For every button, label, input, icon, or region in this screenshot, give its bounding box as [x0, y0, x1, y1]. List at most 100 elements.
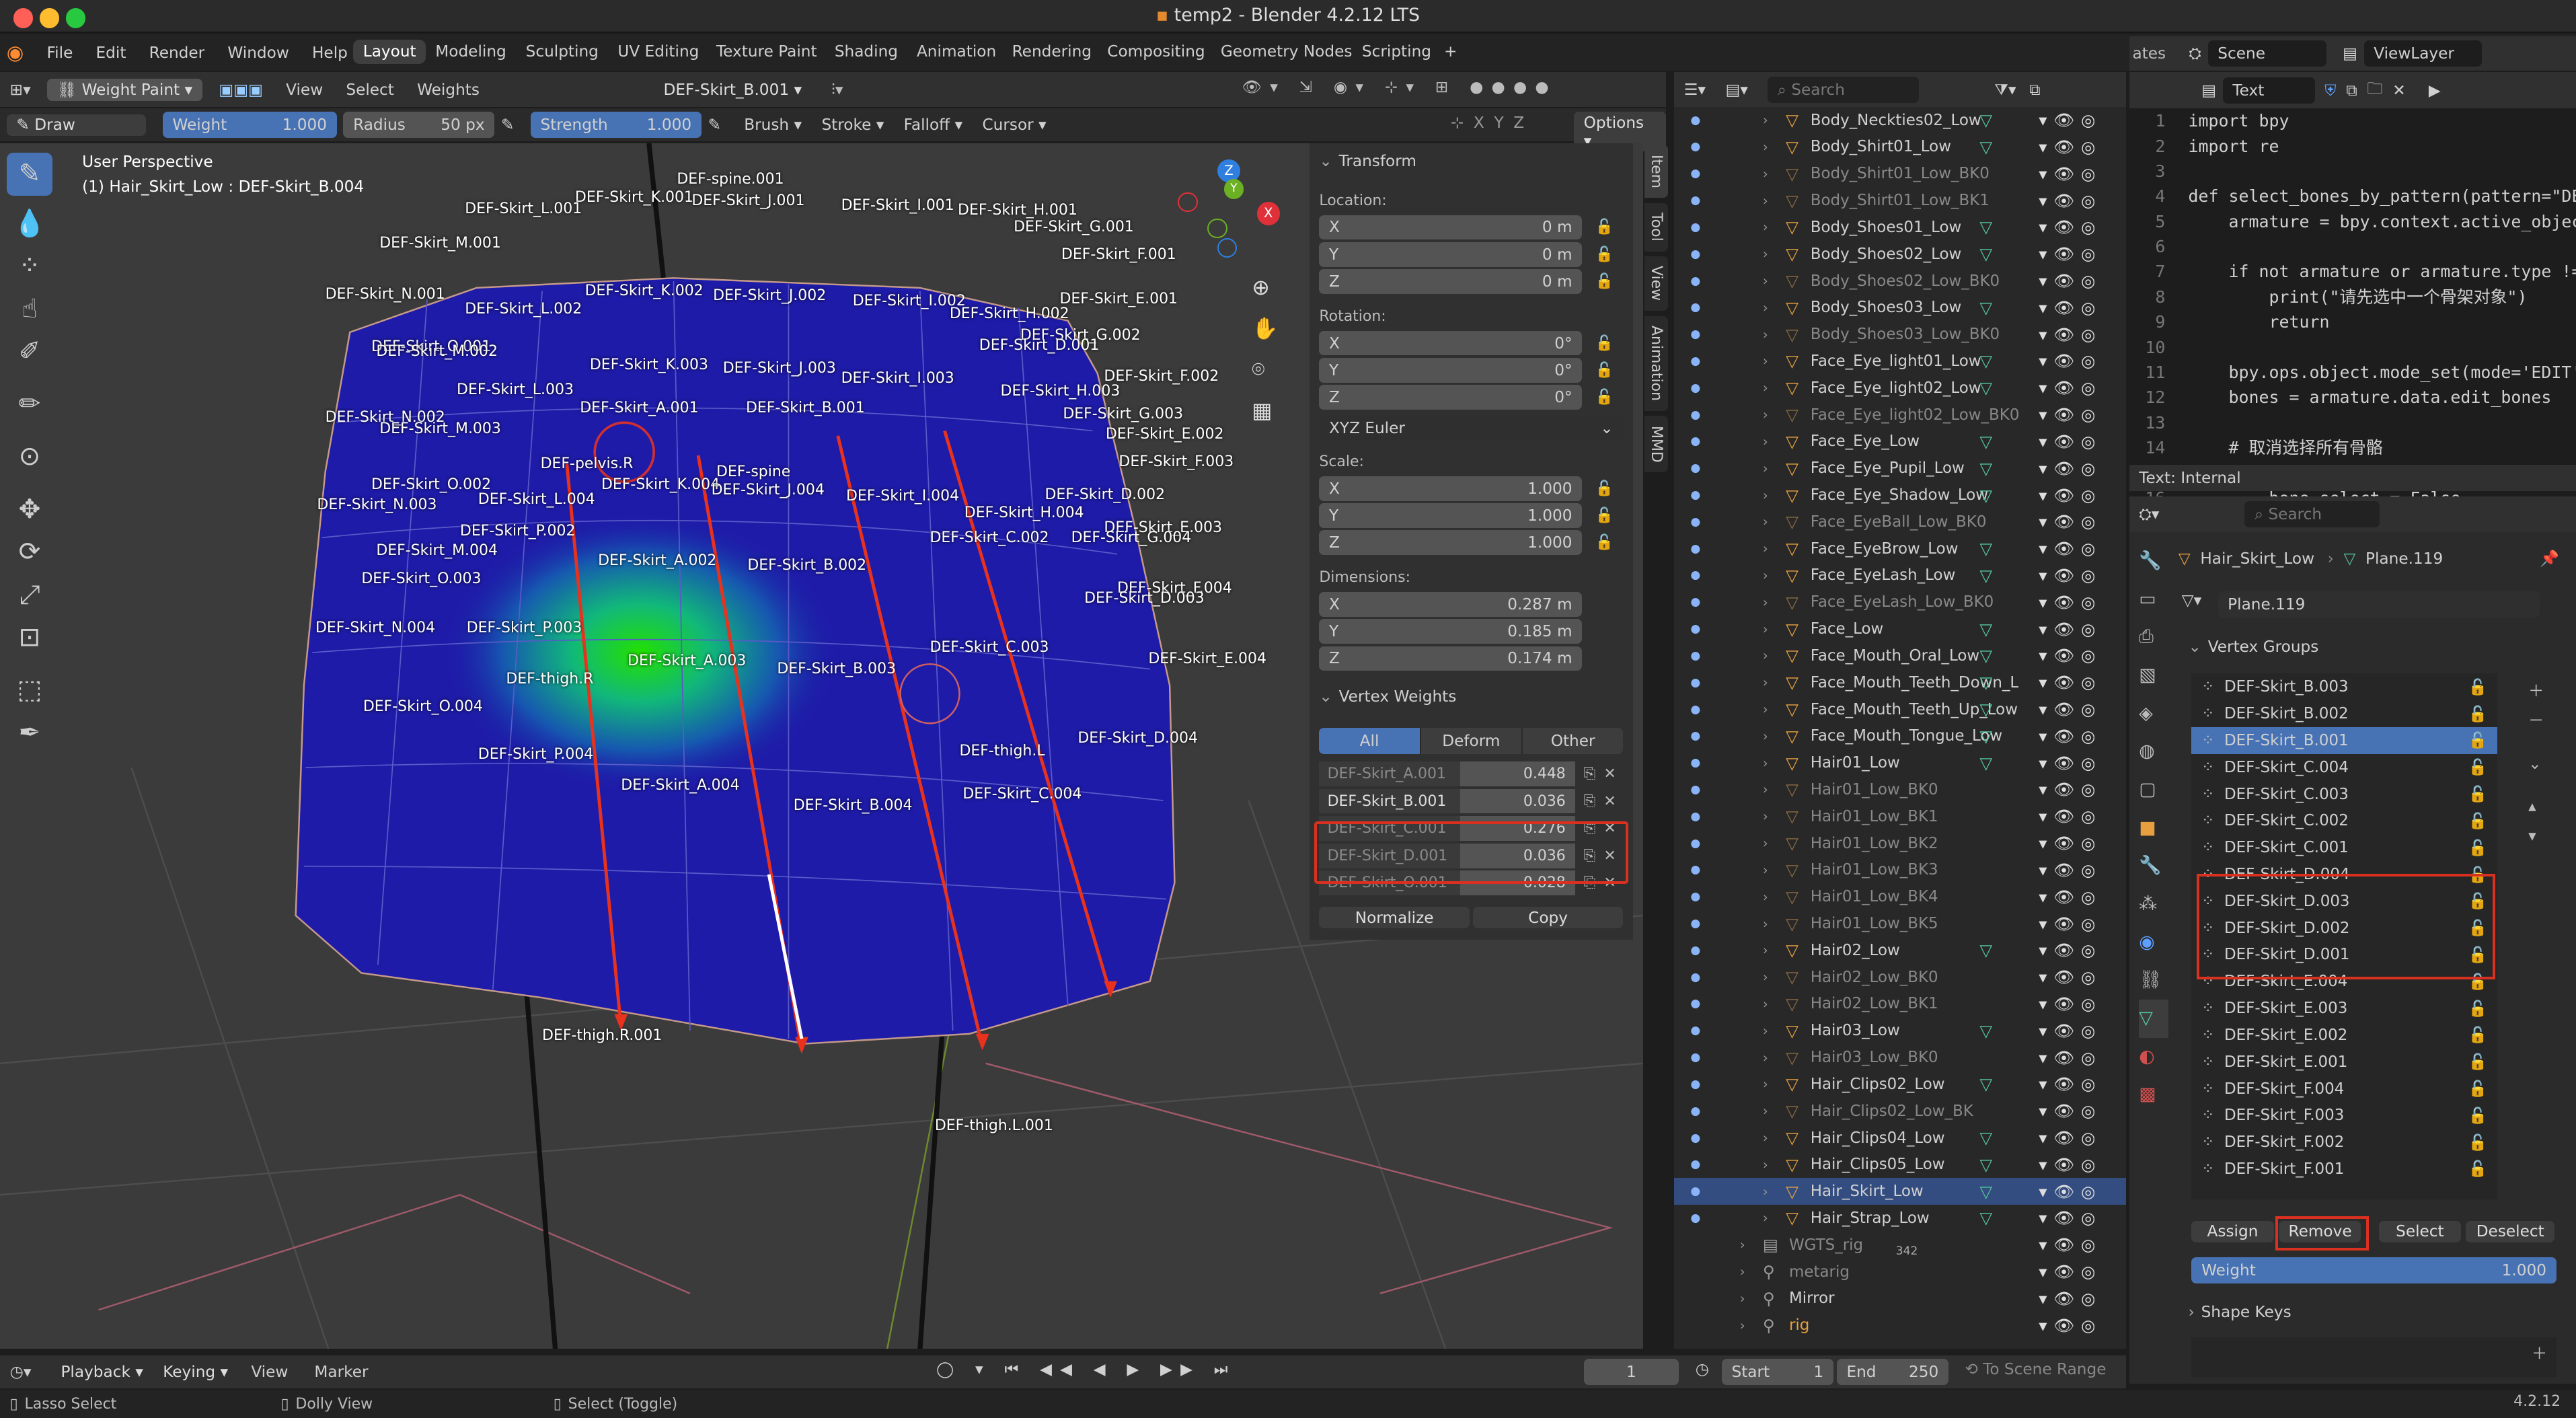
- open-text-icon[interactable]: 🗀: [2367, 77, 2382, 104]
- normalize-button[interactable]: Normalize: [1319, 907, 1470, 929]
- viewlayer-selector[interactable]: ViewLayer: [2363, 40, 2483, 67]
- outliner-item[interactable]: ● › ▽ Body_Shirt01_Low_BK0 ▾👁◎: [1674, 160, 2126, 187]
- assign-button[interactable]: Assign: [2191, 1220, 2274, 1242]
- scale-z-field[interactable]: Z 1.000: [1319, 530, 1583, 556]
- properties-search-input[interactable]: ⌕ Search: [2244, 500, 2380, 528]
- outliner-item-name[interactable]: Mirror: [1789, 1290, 1835, 1307]
- outliner-item[interactable]: ● › ▽ Face_Eye_Low ▽ ▾👁◎: [1674, 428, 2126, 455]
- outliner-item[interactable]: ● › ▽ Hair01_Low_BK4 ▾👁◎: [1674, 883, 2126, 910]
- expand-arrow-icon[interactable]: ›: [1763, 622, 1768, 637]
- vertex-group-item[interactable]: ⁘ DEF-Skirt_B.003 🔓: [2191, 673, 2497, 700]
- visibility-icons[interactable]: ▾👁◎: [2039, 860, 2102, 880]
- visibility-icons[interactable]: ▾👁◎: [2039, 1021, 2102, 1041]
- outliner-item-name[interactable]: Body_Shoes03_Low: [1811, 299, 1962, 316]
- tab-compositing[interactable]: Compositing: [1098, 40, 1215, 65]
- lock-icon[interactable]: 🔓: [1595, 335, 1614, 352]
- expand-arrow-icon[interactable]: ›: [1763, 675, 1768, 690]
- rotate-tool-icon[interactable]: ⟳: [7, 531, 52, 574]
- outliner-item[interactable]: ● › ▽ Hair03_Low_BK0 ▾👁◎: [1674, 1044, 2126, 1071]
- outliner-item[interactable]: ● › ▽ Hair_Strap_Low ▽ ▾👁◎: [1674, 1205, 2126, 1232]
- outliner-item[interactable]: ● › ▽ Face_EyeLash_Low_BK0 ▾👁◎: [1674, 589, 2126, 615]
- lock-icon[interactable]: 🔓: [2468, 678, 2488, 696]
- expand-arrow-icon[interactable]: ›: [1763, 219, 1768, 235]
- outliner-item[interactable]: › ⚲ rig ▾👁◎: [1674, 1312, 2126, 1339]
- select-box-icon[interactable]: ⬚: [7, 669, 52, 712]
- outliner-item-name[interactable]: Face_EyeBall_Low_BK0: [1811, 513, 1987, 531]
- outliner-item[interactable]: ● › ▽ Hair_Clips04_Low ▽ ▾👁◎: [1674, 1125, 2126, 1152]
- blender-logo-icon[interactable]: ◉: [7, 41, 24, 64]
- scale-y-field[interactable]: Y 1.000: [1319, 503, 1583, 528]
- location-z-field[interactable]: Z 0 m: [1319, 269, 1583, 294]
- delete-weight-icon[interactable]: ✕: [1603, 766, 1616, 782]
- properties-editor-icon[interactable]: ⛭▾: [2139, 505, 2159, 523]
- outliner-item[interactable]: ● › ▽ Hair_Skirt_Low ▽ ▾👁◎: [1674, 1178, 2126, 1205]
- expand-arrow-icon[interactable]: ›: [1763, 1050, 1768, 1066]
- weight-value-field[interactable]: 0.448: [1460, 761, 1576, 786]
- visibility-icons[interactable]: ▾👁◎: [2039, 994, 2102, 1014]
- expand-arrow-icon[interactable]: ›: [1740, 1318, 1745, 1333]
- material-props-icon[interactable]: ◐: [2139, 1038, 2168, 1076]
- outliner-item[interactable]: ● › ▽ Face_Mouth_Tongue_Low ▽ ▾👁◎: [1674, 722, 2126, 749]
- mesh-browse-icon[interactable]: ▽▾: [2182, 591, 2201, 609]
- expand-arrow-icon[interactable]: ›: [1763, 702, 1768, 717]
- visibility-icons[interactable]: ▾👁◎: [2039, 1101, 2102, 1121]
- outliner-item[interactable]: ● › ▽ Face_EyeBall_Low_BK0 ▾👁◎: [1674, 509, 2126, 535]
- lock-icon[interactable]: 🔓: [2468, 839, 2488, 857]
- visibility-icons[interactable]: ▾👁◎: [2039, 753, 2102, 773]
- expand-arrow-icon[interactable]: ›: [1763, 1184, 1768, 1199]
- outliner-item-name[interactable]: Hair01_Low_BK2: [1811, 835, 1938, 852]
- visibility-icons[interactable]: ▾👁◎: [2039, 593, 2102, 612]
- visibility-icons[interactable]: ▾👁◎: [2039, 164, 2102, 184]
- outliner-item[interactable]: ● › ▽ Hair01_Low_BK1 ▾👁◎: [1674, 803, 2126, 830]
- vertex-weights-panel-header[interactable]: ⌄ Vertex Weights: [1310, 679, 1633, 715]
- rotation-y-field[interactable]: Y 0°: [1319, 358, 1583, 383]
- filter-other-tab[interactable]: Other: [1521, 727, 1624, 754]
- expand-arrow-icon[interactable]: ›: [1763, 1076, 1768, 1092]
- outliner-item-name[interactable]: rig: [1789, 1316, 1809, 1334]
- camera-icon[interactable]: ⌾: [1252, 350, 1279, 391]
- outliner-item[interactable]: ● › ▽ Hair03_Low ▽ ▾👁◎: [1674, 1017, 2126, 1044]
- visibility-icons[interactable]: ▾👁◎: [2039, 1182, 2102, 1201]
- weight-group-name[interactable]: DEF-Skirt_B.001: [1319, 788, 1461, 814]
- outliner-item[interactable]: ● › ▽ Hair02_Low_BK1 ▾👁◎: [1674, 991, 2126, 1018]
- outliner-editor-icon[interactable]: ☰▾: [1684, 81, 1706, 99]
- tab-view[interactable]: View: [1644, 256, 1668, 311]
- run-script-icon[interactable]: ▶: [2429, 81, 2441, 100]
- tab-tool[interactable]: Tool: [1644, 202, 1668, 252]
- dimensions-y-field[interactable]: Y 0.185 m: [1319, 619, 1583, 644]
- expand-arrow-icon[interactable]: ›: [1740, 1264, 1745, 1279]
- expand-arrow-icon[interactable]: ›: [1763, 193, 1768, 209]
- expand-arrow-icon[interactable]: ›: [1763, 1130, 1768, 1146]
- texture-props-icon[interactable]: ▩: [2139, 1076, 2168, 1114]
- vertex-group-item[interactable]: ⁘ DEF-Skirt_F.004 🔓: [2191, 1076, 2497, 1103]
- lock-icon[interactable]: 🔓: [1595, 480, 1614, 497]
- vertex-group-item[interactable]: ⁘ DEF-Skirt_C.004 🔓: [2191, 754, 2497, 781]
- zoom-icon[interactable]: ⊕: [1252, 268, 1279, 309]
- visibility-icons[interactable]: ▾👁◎: [2039, 807, 2102, 826]
- lock-icon[interactable]: 🔓: [2468, 1026, 2488, 1044]
- outliner-item-name[interactable]: Body_Neckties02_Low: [1811, 112, 1981, 129]
- outliner-item[interactable]: ● › ▽ Face_Eye_light01_Low ▽ ▾👁◎: [1674, 348, 2126, 375]
- expand-arrow-icon[interactable]: ›: [1763, 835, 1768, 851]
- outliner-item[interactable]: ● › ▽ Body_Shirt01_Low_BK1 ▾👁◎: [1674, 187, 2126, 214]
- vertex-groups-header[interactable]: ⌄ Vertex Groups: [2189, 638, 2319, 656]
- constraints-icon[interactable]: ⛓: [2139, 961, 2168, 1000]
- expand-arrow-icon[interactable]: ›: [1763, 1210, 1768, 1226]
- end-frame-field[interactable]: End 250: [1836, 1359, 1948, 1386]
- menu-help[interactable]: Help: [312, 44, 348, 62]
- outliner-item[interactable]: › ▤ WGTS_rig 342 ▾👁◎: [1674, 1232, 2126, 1259]
- tab-geometry-nodes[interactable]: Geometry Nodes: [1211, 40, 1362, 65]
- lock-icon[interactable]: 🔓: [1595, 507, 1614, 524]
- visibility-icons[interactable]: ▾👁◎: [2039, 1074, 2102, 1094]
- outliner-item[interactable]: ● › ▽ Body_Neckties02_Low ▽ ▾👁◎: [1674, 107, 2126, 134]
- symmetry-icon[interactable]: ⫶▾: [831, 81, 843, 99]
- to-scene-range-button[interactable]: ⟲ To Scene Range: [1965, 1360, 2106, 1378]
- visibility-icons[interactable]: ▾👁◎: [2039, 700, 2102, 719]
- outliner-item-name[interactable]: Hair01_Low_BK1: [1811, 808, 1938, 825]
- visibility-icons[interactable]: ▾👁◎: [2039, 967, 2102, 987]
- menu-select[interactable]: Select: [346, 81, 394, 99]
- menu-file[interactable]: File: [47, 44, 73, 62]
- keying-menu[interactable]: Keying ▾: [153, 1361, 238, 1383]
- object-props-icon[interactable]: ■: [2139, 809, 2168, 848]
- text-datablock-field[interactable]: Text: [2222, 77, 2315, 104]
